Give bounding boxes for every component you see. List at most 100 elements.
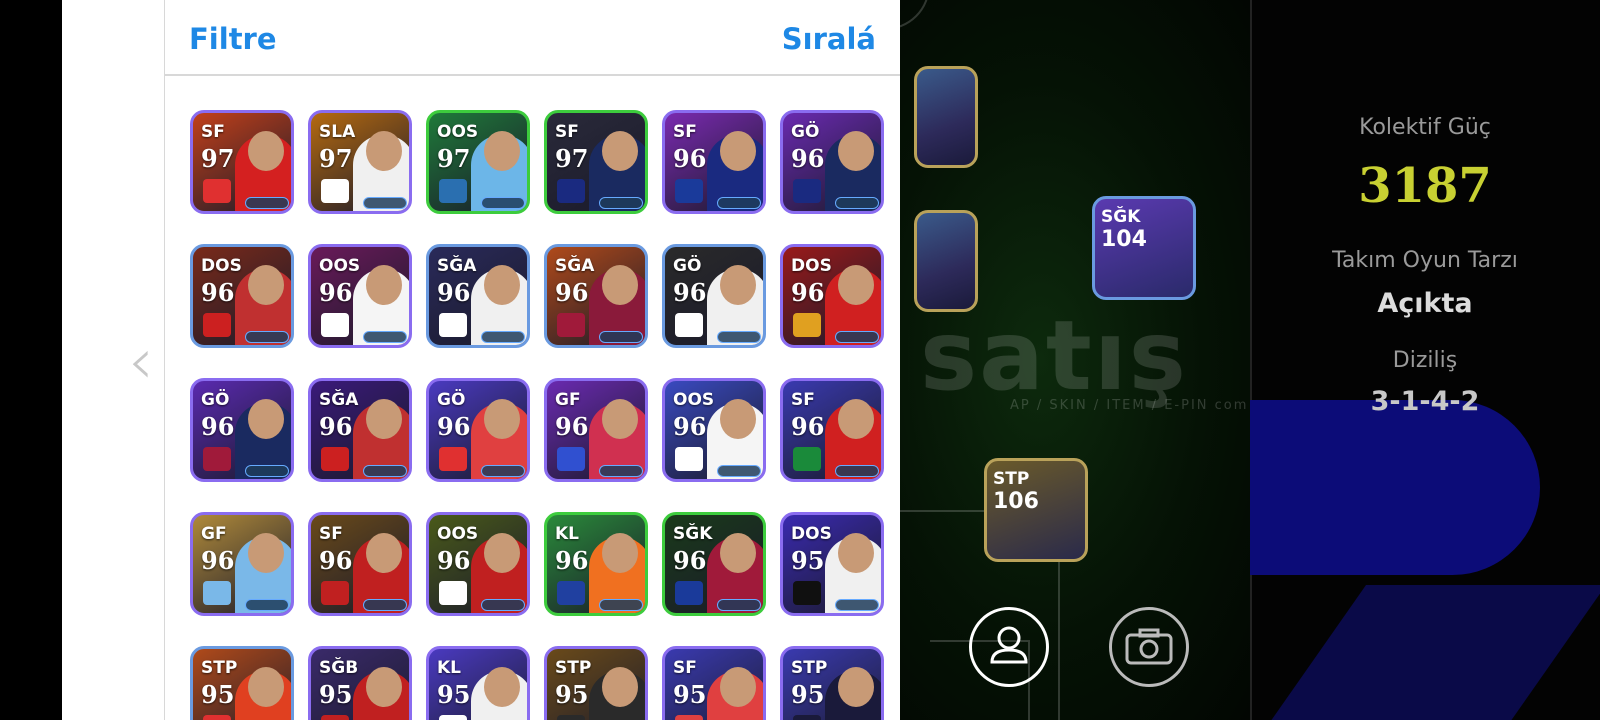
panel-separator <box>164 0 165 720</box>
player-rating: 96 <box>555 546 589 575</box>
player-card[interactable]: SLA 97 <box>308 110 412 214</box>
pitch-player-card[interactable] <box>914 210 978 312</box>
player-portrait <box>589 667 645 720</box>
player-position: SF <box>319 524 343 544</box>
card-tag-icon <box>363 465 407 477</box>
decorative-shape <box>1253 585 1600 720</box>
club-badge-icon <box>557 447 585 471</box>
player-position: SĞA <box>437 256 477 276</box>
player-card[interactable]: GF 96 <box>190 512 294 616</box>
player-card[interactable]: SF 96 <box>780 378 884 482</box>
decorative-shape <box>1250 400 1540 575</box>
card-tag-icon <box>245 465 289 477</box>
player-card[interactable]: SĞA 96 <box>544 244 648 348</box>
camera-button[interactable] <box>1109 607 1189 687</box>
player-portrait <box>707 667 763 720</box>
player-card[interactable]: SF 97 <box>190 110 294 214</box>
pitch-player-position: STP <box>993 469 1030 489</box>
player-card[interactable]: DOS 96 <box>190 244 294 348</box>
club-badge-icon <box>439 313 467 337</box>
player-card[interactable]: STP 95 <box>780 646 884 720</box>
player-card[interactable]: KL 96 <box>544 512 648 616</box>
player-grid: SF 97 SLA 97 OOS 97 SF 97 SF 96 GÖ 96 DOS 96 OOS 96 SĞA 9… <box>190 110 890 720</box>
club-badge-icon <box>793 447 821 471</box>
list-header: Filtre Sıralá <box>165 0 900 76</box>
player-card[interactable]: GÖ 96 <box>426 378 530 482</box>
player-position: SĞK <box>673 524 713 544</box>
player-position: OOS <box>673 390 715 410</box>
player-portrait <box>353 667 409 720</box>
sort-button[interactable]: Sıralá <box>782 22 876 56</box>
club-badge-icon <box>557 313 585 337</box>
player-portrait <box>825 667 881 720</box>
player-rating: 96 <box>791 278 825 307</box>
player-card[interactable]: OOS 96 <box>308 244 412 348</box>
player-position: OOS <box>437 122 479 142</box>
card-tag-icon <box>717 197 761 209</box>
player-card[interactable]: GÖ 96 <box>780 110 884 214</box>
player-position: GÖ <box>201 390 230 410</box>
player-position: OOS <box>437 524 479 544</box>
player-card[interactable]: SĞB 95 <box>308 646 412 720</box>
player-card[interactable]: STP 95 <box>544 646 648 720</box>
pitch-player-rating: 104 <box>1101 227 1147 252</box>
player-card[interactable]: DOS 96 <box>780 244 884 348</box>
player-rating: 95 <box>555 680 589 709</box>
player-card[interactable]: SĞA 96 <box>308 378 412 482</box>
play-style-label: Takım Oyun Tarzı <box>1332 248 1518 273</box>
filter-button[interactable]: Filtre <box>189 22 277 56</box>
player-rating: 96 <box>437 412 471 441</box>
profile-button[interactable] <box>969 607 1049 687</box>
card-tag-icon <box>599 197 643 209</box>
player-card[interactable]: SĞA 96 <box>426 244 530 348</box>
player-position: SLA <box>319 122 356 142</box>
player-rating: 95 <box>791 546 825 575</box>
player-card[interactable]: GÖ 96 <box>190 378 294 482</box>
player-rating: 96 <box>673 144 707 173</box>
pitch-player-card[interactable]: STP 106 <box>984 458 1088 562</box>
player-position: SF <box>555 122 579 142</box>
card-tag-icon <box>363 599 407 611</box>
player-rating: 96 <box>437 546 471 575</box>
player-card[interactable]: OOS 96 <box>426 512 530 616</box>
player-rating: 96 <box>555 412 589 441</box>
club-badge-icon <box>793 313 821 337</box>
player-rating: 96 <box>201 278 235 307</box>
card-tag-icon <box>835 197 879 209</box>
player-card[interactable]: SF 97 <box>544 110 648 214</box>
player-card[interactable]: SF 96 <box>662 110 766 214</box>
card-tag-icon <box>717 465 761 477</box>
player-card[interactable]: DOS 95 <box>780 512 884 616</box>
player-card[interactable]: KL 95 <box>426 646 530 720</box>
player-rating: 97 <box>201 144 235 173</box>
player-position: SĞA <box>319 390 359 410</box>
player-rating: 96 <box>791 144 825 173</box>
player-position: DOS <box>201 256 242 276</box>
card-tag-icon <box>717 599 761 611</box>
player-rating: 96 <box>319 278 353 307</box>
player-position: GÖ <box>791 122 820 142</box>
player-card[interactable]: SF 95 <box>662 646 766 720</box>
card-tag-icon <box>481 465 525 477</box>
player-card[interactable]: STP 95 <box>190 646 294 720</box>
player-portrait <box>471 667 527 720</box>
player-card[interactable]: GÖ 96 <box>662 244 766 348</box>
club-badge-icon <box>439 715 467 720</box>
pitch-player-position: SĞK <box>1101 207 1141 227</box>
player-card[interactable]: SĞK 96 <box>662 512 766 616</box>
club-badge-icon <box>675 581 703 605</box>
player-card[interactable]: GF 96 <box>544 378 648 482</box>
chevron-left-icon[interactable]: ‹ <box>128 330 154 394</box>
player-card[interactable]: SF 96 <box>308 512 412 616</box>
player-position: SF <box>673 658 697 678</box>
card-tag-icon <box>363 331 407 343</box>
club-badge-icon <box>203 715 231 720</box>
pitch-player-card[interactable] <box>914 66 978 168</box>
play-style-value: Açıkta <box>1377 288 1473 319</box>
player-card[interactable]: OOS 96 <box>662 378 766 482</box>
watermark-subtext: AP / SKIN / ITEM / E-PIN com <box>1010 398 1249 413</box>
player-position: GF <box>201 524 227 544</box>
player-card[interactable]: OOS 97 <box>426 110 530 214</box>
player-rating: 96 <box>319 412 353 441</box>
pitch-player-card[interactable]: SĞK 104 <box>1092 196 1196 300</box>
